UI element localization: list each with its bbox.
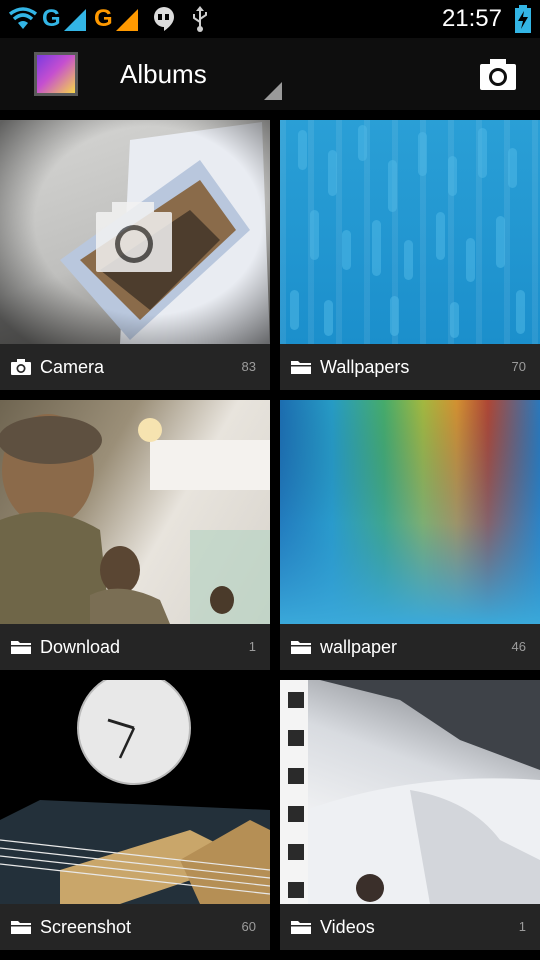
album-thumbnail	[280, 680, 540, 904]
album-thumbnail	[280, 400, 540, 624]
album-count: 1	[518, 919, 526, 934]
usb-icon	[190, 4, 210, 34]
album-name: Screenshot	[40, 917, 132, 937]
signal-icon	[62, 4, 88, 34]
spinner-dropdown-icon[interactable]	[264, 82, 282, 100]
album-name: wallpaper	[320, 637, 398, 657]
album-tile-screenshot[interactable]: Screenshot 60	[0, 680, 270, 950]
album-thumbnail	[0, 680, 270, 904]
album-label-bar: wallpaper 46	[280, 624, 540, 670]
album-label-bar: Screenshot 60	[0, 904, 270, 950]
album-label-bar: Videos 1	[280, 904, 540, 950]
album-label-bar: Camera 83	[0, 344, 270, 390]
album-count: 60	[241, 919, 256, 934]
album-count: 46	[511, 639, 526, 654]
album-count: 70	[511, 359, 526, 374]
wifi-icon	[8, 4, 38, 34]
folder-icon	[290, 638, 312, 656]
album-thumbnail	[280, 120, 540, 344]
network-type-2: G	[94, 5, 113, 32]
album-thumbnail	[0, 120, 270, 344]
album-name: Download	[40, 637, 121, 657]
folder-icon	[290, 358, 312, 376]
hangouts-icon	[152, 4, 176, 34]
album-count: 83	[241, 359, 256, 374]
gallery-app-icon[interactable]	[34, 52, 78, 96]
album-tile-wallpapers[interactable]: Wallpapers 70	[280, 120, 540, 390]
album-name: Videos	[320, 917, 375, 937]
album-tile-wallpaper[interactable]: wallpaper 46	[280, 400, 540, 670]
album-count: 1	[248, 639, 256, 654]
signal-icon	[114, 4, 140, 34]
camera-icon[interactable]	[478, 54, 518, 94]
album-label-bar: Wallpapers 70	[280, 344, 540, 390]
camera-icon	[10, 358, 32, 376]
folder-icon	[10, 638, 32, 656]
album-tile-download[interactable]: Download 1	[0, 400, 270, 670]
status-bar: G G 21:57	[0, 0, 540, 38]
album-tile-camera[interactable]: Camera 83	[0, 120, 270, 390]
network-type-1: G	[42, 5, 61, 32]
album-tile-videos[interactable]: Videos 1	[280, 680, 540, 950]
album-name: Camera	[40, 357, 105, 377]
folder-icon	[290, 918, 312, 936]
album-spinner-title[interactable]: Albums	[120, 58, 207, 90]
album-thumbnail	[0, 400, 270, 624]
folder-icon	[10, 918, 32, 936]
album-label-bar: Download 1	[0, 624, 270, 670]
battery-charging-icon	[514, 4, 532, 34]
status-clock: 21:57	[441, 5, 502, 32]
album-name: Wallpapers	[320, 357, 410, 377]
